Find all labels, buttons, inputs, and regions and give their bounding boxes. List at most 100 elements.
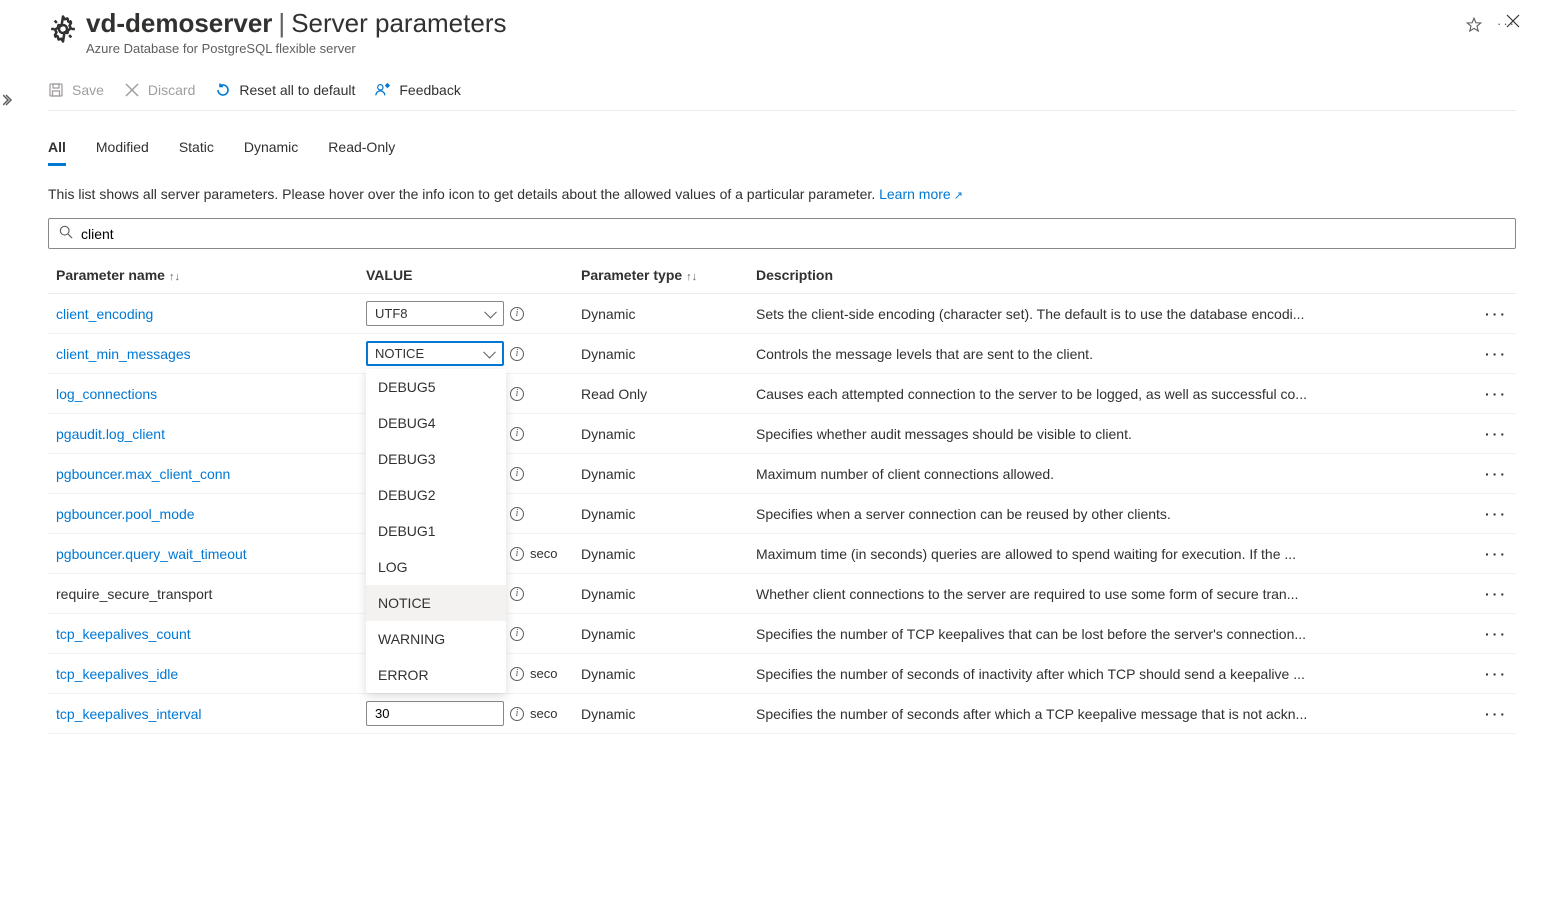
info-icon[interactable]: i <box>510 627 524 641</box>
table-row: pgaudit.log_client i Dynamic Specifies whet… <box>48 414 1516 454</box>
search-field[interactable] <box>48 218 1516 249</box>
param-name[interactable]: tcp_keepalives_interval <box>56 706 202 722</box>
param-type: Dynamic <box>573 414 748 454</box>
col-header-name[interactable]: Parameter name↑↓ <box>48 257 358 294</box>
info-icon[interactable]: i <box>510 427 524 441</box>
row-more-icon[interactable]: ··· <box>1485 466 1508 482</box>
reset-button[interactable]: Reset all to default <box>215 82 355 98</box>
feedback-icon <box>375 82 391 98</box>
value-select[interactable]: UTF8 <box>366 301 504 326</box>
search-input[interactable] <box>81 226 1505 242</box>
gear-icon <box>48 14 78 44</box>
dropdown-option[interactable]: DEBUG4 <box>366 405 506 441</box>
dropdown-option[interactable]: DEBUG5 <box>366 369 506 405</box>
param-type: Dynamic <box>573 334 748 374</box>
row-more-icon[interactable]: ··· <box>1485 346 1508 362</box>
col-header-type[interactable]: Parameter type↑↓ <box>573 257 748 294</box>
row-more-icon[interactable]: ··· <box>1485 306 1508 322</box>
tab-read-only[interactable]: Read-Only <box>328 139 395 166</box>
row-more-icon[interactable]: ··· <box>1485 546 1508 562</box>
sort-icon: ↑↓ <box>686 271 697 283</box>
row-more-icon[interactable]: ··· <box>1485 426 1508 442</box>
discard-icon <box>124 82 140 98</box>
value-unit: seco <box>530 666 557 681</box>
expand-panel-icon[interactable] <box>3 93 13 110</box>
param-description: Maximum number of client connections all… <box>756 466 1386 482</box>
param-name[interactable]: tcp_keepalives_count <box>56 626 191 642</box>
tab-dynamic[interactable]: Dynamic <box>244 139 298 166</box>
info-icon[interactable]: i <box>510 707 524 721</box>
col-header-value[interactable]: VALUE <box>358 257 573 294</box>
hint-text: This list shows all server parameters. P… <box>48 186 1516 202</box>
col-header-desc[interactable]: Description <box>748 257 1476 294</box>
dropdown-option[interactable]: LOG <box>366 549 506 585</box>
row-more-icon[interactable]: ··· <box>1485 506 1508 522</box>
table-row: tcp_keepalives_idleisecoDynamicSpecifies… <box>48 654 1516 694</box>
param-description: Maximum time (in seconds) queries are al… <box>756 546 1386 562</box>
param-description: Controls the message levels that are sen… <box>756 346 1386 362</box>
param-description: Specifies the number of TCP keepalives t… <box>756 626 1386 642</box>
info-icon[interactable]: i <box>510 307 524 321</box>
tab-static[interactable]: Static <box>179 139 214 166</box>
info-icon[interactable]: i <box>510 387 524 401</box>
param-name: require_secure_transport <box>56 586 212 602</box>
value-select[interactable]: NOTICE <box>366 341 504 366</box>
param-type: Read Only <box>573 374 748 414</box>
dropdown-option[interactable]: ERROR <box>366 657 506 693</box>
close-button[interactable] <box>1506 14 1520 33</box>
dropdown-option[interactable]: NOTICE <box>366 585 506 621</box>
dropdown-option[interactable]: DEBUG3 <box>366 441 506 477</box>
value-unit: seco <box>530 546 557 561</box>
param-description: Specifies whether audit messages should … <box>756 426 1386 442</box>
param-name[interactable]: pgbouncer.query_wait_timeout <box>56 546 247 562</box>
table-row: tcp_keepalives_intervalisecoDynamicSpeci… <box>48 694 1516 734</box>
param-name[interactable]: tcp_keepalives_idle <box>56 666 178 682</box>
dropdown-option[interactable]: DEBUG1 <box>366 513 506 549</box>
param-name[interactable]: client_encoding <box>56 306 153 322</box>
param-description: Whether client connections to the server… <box>756 586 1386 602</box>
info-icon[interactable]: i <box>510 547 524 561</box>
row-more-icon[interactable]: ··· <box>1485 666 1508 682</box>
command-bar: Save Discard Reset all to default Feedba… <box>48 82 1516 111</box>
page-title: vd-demoserver | Server parameters <box>86 8 1447 39</box>
table-row: client_encodingUTF8iDynamicSets the clie… <box>48 294 1516 334</box>
param-type: Dynamic <box>573 694 748 734</box>
tab-modified[interactable]: Modified <box>96 139 149 166</box>
save-icon <box>48 82 64 98</box>
value-input[interactable] <box>366 701 504 726</box>
param-name[interactable]: log_connections <box>56 386 157 402</box>
dropdown-option[interactable]: WARNING <box>366 621 506 657</box>
row-more-icon[interactable]: ··· <box>1485 386 1508 402</box>
param-name[interactable]: client_min_messages <box>56 346 191 362</box>
info-icon[interactable]: i <box>510 507 524 521</box>
param-type: Dynamic <box>573 294 748 334</box>
feedback-button[interactable]: Feedback <box>375 82 460 98</box>
row-more-icon[interactable]: ··· <box>1485 626 1508 642</box>
param-type: Dynamic <box>573 534 748 574</box>
learn-more-link[interactable]: Learn more↗ <box>879 186 963 202</box>
info-icon[interactable]: i <box>510 467 524 481</box>
row-more-icon[interactable]: ··· <box>1485 586 1508 602</box>
filter-tabs: All Modified Static Dynamic Read-Only <box>48 139 1516 166</box>
param-type: Dynamic <box>573 454 748 494</box>
param-name[interactable]: pgbouncer.pool_mode <box>56 506 195 522</box>
dropdown-option[interactable]: DEBUG2 <box>366 477 506 513</box>
row-more-icon[interactable]: ··· <box>1485 706 1508 722</box>
param-type: Dynamic <box>573 574 748 614</box>
info-icon[interactable]: i <box>510 667 524 681</box>
external-link-icon: ↗ <box>954 190 963 202</box>
info-icon[interactable]: i <box>510 587 524 601</box>
param-type: Dynamic <box>573 654 748 694</box>
param-description: Specifies the number of seconds after wh… <box>756 706 1386 722</box>
page-subtitle: Azure Database for PostgreSQL flexible s… <box>86 41 1447 56</box>
param-type: Dynamic <box>573 614 748 654</box>
param-name[interactable]: pgaudit.log_client <box>56 426 165 442</box>
table-row: tcp_keepalives_count i Dynamic Specifies th… <box>48 614 1516 654</box>
favorite-icon[interactable] <box>1465 16 1483 37</box>
sort-icon: ↑↓ <box>169 271 180 283</box>
param-description: Causes each attempted connection to the … <box>756 386 1386 402</box>
save-button: Save <box>48 82 104 98</box>
param-name[interactable]: pgbouncer.max_client_conn <box>56 466 230 482</box>
info-icon[interactable]: i <box>510 347 524 361</box>
tab-all[interactable]: All <box>48 139 66 166</box>
